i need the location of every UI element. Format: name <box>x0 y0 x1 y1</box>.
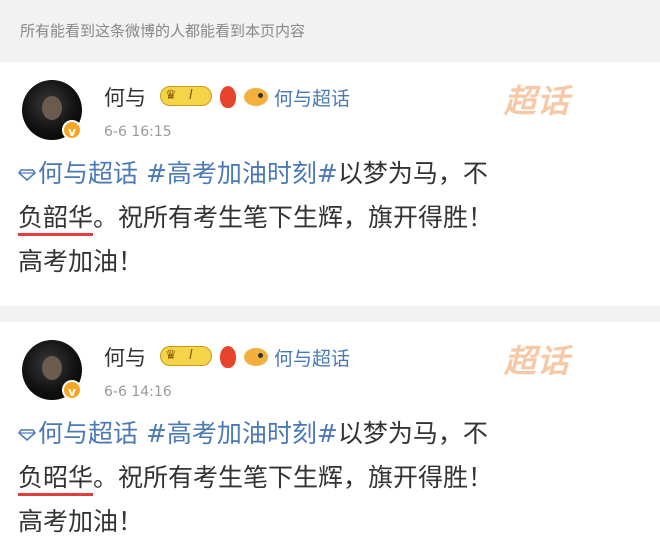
post-time: 6-6 16:15 <box>104 124 172 140</box>
author-name[interactable]: 何与 <box>104 82 146 112</box>
visibility-notice: 所有能看到这条微博的人都能看到本页内容 <box>0 0 660 62</box>
post-line-1: 何与超话 #高考加油时刻#以梦为马，不 <box>18 152 648 196</box>
post-body: 何与超话 #高考加油时刻#以梦为马，不 负昭华。祝所有考生笔下生辉，旗开得胜！ … <box>18 412 648 544</box>
v-badge-icon: v <box>62 120 82 140</box>
hashtag-link[interactable]: #高考加油时刻# <box>146 419 338 448</box>
avatar-face <box>42 356 62 380</box>
fire-icon <box>220 346 236 368</box>
super-topic-link[interactable]: 何与超话 <box>274 344 350 371</box>
crown-icon: ♛ <box>165 348 177 363</box>
crown-level-icon[interactable]: ♛ I <box>160 86 212 106</box>
post-line-1: 何与超话 #高考加油时刻#以梦为马，不 <box>18 412 648 456</box>
diamond-icon <box>18 169 36 181</box>
post-line-2: 负韶华。祝所有考生笔下生辉，旗开得胜！ <box>18 196 648 240</box>
post-card-1[interactable]: v 何与 ♛ I 何与超话 6-6 16:15 超话 何与超话 #高考加油时刻#… <box>0 62 660 306</box>
post-line-3: 高考加油！ <box>18 247 144 276</box>
post-body: 何与超话 #高考加油时刻#以梦为马，不 负韶华。祝所有考生笔下生辉，旗开得胜！ … <box>18 152 648 284</box>
diamond-icon <box>18 429 36 441</box>
post-text: 以梦为马，不 <box>337 419 488 448</box>
super-topic-link[interactable]: 何与超话 <box>274 84 350 111</box>
crown-level-icon[interactable]: ♛ I <box>160 346 212 366</box>
post-card-2[interactable]: v 何与 ♛ I 何与超话 6-6 14:16 超话 何与超话 #高考加油时刻#… <box>0 322 660 560</box>
fire-icon <box>220 86 236 108</box>
post-line-3: 高考加油！ <box>18 507 144 536</box>
level-text: I <box>189 88 193 103</box>
fish-icon <box>244 88 268 106</box>
post-text: 。祝所有考生笔下生辉，旗开得胜！ <box>93 203 494 232</box>
underlined-text: 负昭华 <box>18 463 94 496</box>
post-text: 。祝所有考生笔下生辉，旗开得胜！ <box>93 463 494 492</box>
super-topic-watermark: 超话 <box>504 342 571 380</box>
crown-icon: ♛ <box>165 88 177 103</box>
post-time: 6-6 14:16 <box>104 384 172 400</box>
super-topic-watermark: 超话 <box>504 82 571 120</box>
topic-link[interactable]: 何与超话 <box>38 159 138 188</box>
author-name[interactable]: 何与 <box>104 342 146 372</box>
post-line-2: 负昭华。祝所有考生笔下生辉，旗开得胜！ <box>18 456 648 500</box>
v-badge-icon: v <box>62 380 82 400</box>
level-text: I <box>189 348 193 363</box>
underlined-text: 负韶华 <box>18 203 94 236</box>
fish-icon <box>244 348 268 366</box>
hashtag-link[interactable]: #高考加油时刻# <box>146 159 338 188</box>
post-text: 以梦为马，不 <box>337 159 488 188</box>
avatar-face <box>42 96 62 120</box>
topic-link[interactable]: 何与超话 <box>38 419 138 448</box>
